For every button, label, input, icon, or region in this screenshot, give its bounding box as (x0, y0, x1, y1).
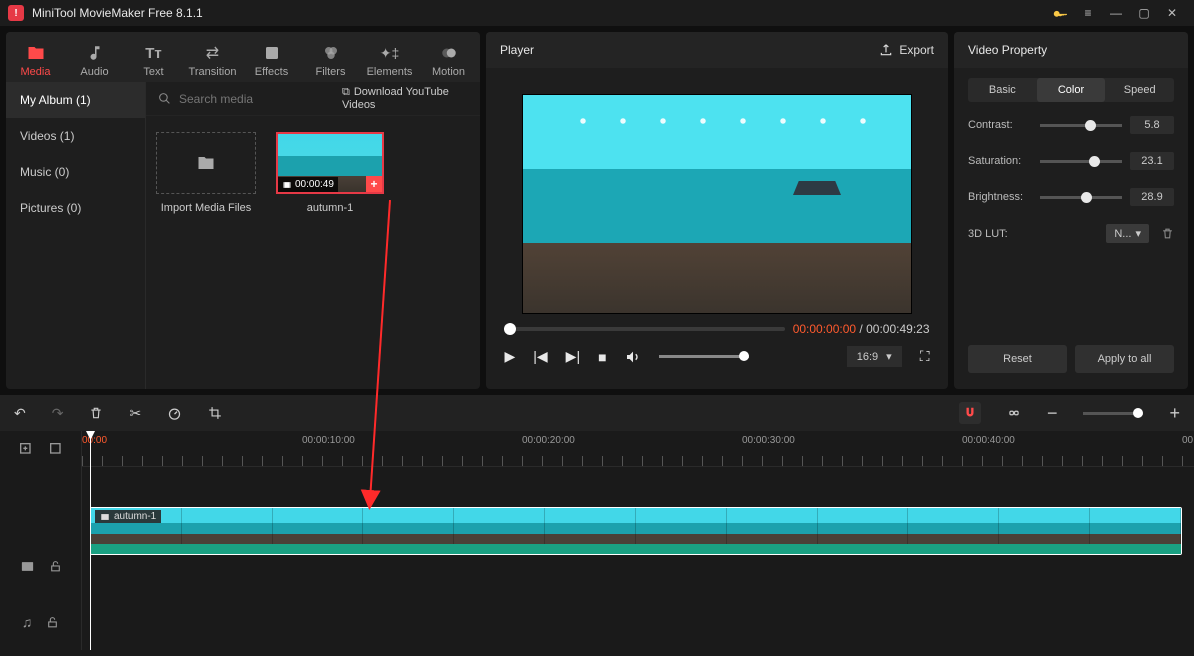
search-icon (158, 92, 171, 105)
media-panel: MediaAudioTтText⇄TransitionEffectsFilter… (6, 32, 480, 389)
player-panel: Player Export 00:00:00:00 / 00:00:49:23 … (486, 32, 948, 389)
tool-tab-media[interactable]: Media (6, 38, 65, 78)
sidebar-item[interactable]: Videos (1) (6, 118, 145, 154)
media-clip-thumbnail[interactable]: 00:00:49 + (276, 132, 384, 194)
video-preview[interactable] (522, 94, 912, 314)
playhead[interactable] (90, 431, 91, 650)
add-clip-button[interactable]: + (366, 176, 382, 192)
timeline-ruler[interactable]: 00:00 00:00:10:00 00:00:20:00 00:00:30:00 00… (82, 431, 1194, 467)
contrast-slider[interactable] (1040, 124, 1122, 127)
zoom-out-button[interactable]: − (1047, 403, 1058, 424)
timeline-clip-label: autumn-1 (95, 510, 161, 523)
contrast-label: Contrast: (968, 119, 1032, 131)
play-button[interactable]: ▶ (504, 348, 515, 365)
contrast-value: 5.8 (1130, 116, 1174, 134)
undo-button[interactable]: ↶ (14, 405, 26, 422)
fullscreen-button[interactable]: ⛶ (920, 348, 930, 365)
volume-icon[interactable] (625, 349, 641, 365)
tool-tab-transition[interactable]: ⇄Transition (183, 38, 242, 78)
player-title: Player (500, 43, 534, 57)
saturation-value: 23.1 (1130, 152, 1174, 170)
speed-button[interactable] (167, 406, 182, 421)
timeline: ↶ ↷ ✂ − + (0, 395, 1194, 650)
aspect-ratio-select[interactable]: 16:9▾ (847, 346, 902, 367)
sidebar-item[interactable]: Pictures (0) (6, 190, 145, 226)
minimize-icon[interactable]: ― (1102, 0, 1130, 26)
sidebar-item[interactable]: My Album (1) (6, 82, 145, 118)
collapse-track-button[interactable] (48, 441, 64, 457)
ruler-mark: 00:00:50 (1182, 435, 1194, 446)
zoom-slider[interactable] (1083, 412, 1143, 415)
crop-button[interactable] (208, 406, 222, 420)
ruler-mark: 00:00 (82, 435, 107, 446)
close-icon[interactable]: ✕ (1158, 0, 1186, 26)
apply-all-button[interactable]: Apply to all (1075, 345, 1174, 373)
tool-tab-filters[interactable]: Filters (301, 38, 360, 78)
ruler-mark: 00:00:10:00 (302, 435, 355, 446)
lut-label: 3D LUT: (968, 228, 1032, 240)
app-icon: ! (8, 5, 24, 21)
property-tab-color[interactable]: Color (1037, 78, 1106, 102)
playback-progress[interactable] (504, 327, 784, 331)
tool-tab-elements[interactable]: ✦‡Elements (360, 38, 419, 78)
sidebar-item[interactable]: Music (0) (6, 154, 145, 190)
tool-tab-motion[interactable]: Motion (419, 38, 478, 78)
video-property-panel: Video Property BasicColorSpeed Contrast:… (954, 32, 1188, 389)
brightness-slider[interactable] (1040, 196, 1122, 199)
ruler-mark: 00:00:40:00 (962, 435, 1015, 446)
tool-tab-audio[interactable]: Audio (65, 38, 124, 78)
reset-button[interactable]: Reset (968, 345, 1067, 373)
brightness-label: Brightness: (968, 191, 1032, 203)
saturation-label: Saturation: (968, 155, 1032, 167)
maximize-icon[interactable]: ▢ (1130, 0, 1158, 26)
ruler-mark: 00:00:30:00 (742, 435, 795, 446)
split-button[interactable]: ✂ (129, 405, 141, 422)
export-button[interactable]: Export (879, 43, 934, 57)
video-track-lock-icon[interactable] (49, 560, 62, 573)
import-media-button[interactable] (156, 132, 256, 194)
saturation-slider[interactable] (1040, 160, 1122, 163)
add-track-button[interactable] (18, 441, 34, 457)
prev-frame-button[interactable]: |◀ (533, 348, 547, 365)
redo-button[interactable]: ↷ (52, 405, 64, 422)
video-property-title: Video Property (968, 43, 1047, 57)
brightness-value: 28.9 (1130, 188, 1174, 206)
playback-time: 00:00:00:00 / 00:00:49:23 (793, 322, 930, 336)
delete-button[interactable] (89, 406, 103, 420)
tool-tab-effects[interactable]: Effects (242, 38, 301, 78)
video-track-icon (20, 559, 35, 574)
lut-select[interactable]: N...▾ (1106, 224, 1149, 243)
link-icon[interactable] (1007, 406, 1021, 420)
search-input[interactable] (179, 92, 334, 106)
menu-icon[interactable]: ≡ (1074, 0, 1102, 26)
property-tab-basic[interactable]: Basic (968, 78, 1037, 102)
download-youtube-button[interactable]: ⧉Download YouTube Videos (342, 86, 468, 111)
volume-slider[interactable] (659, 355, 749, 358)
magnet-icon[interactable] (959, 402, 981, 424)
stop-button[interactable]: ■ (598, 349, 606, 365)
audio-track-icon: ♫ (22, 614, 33, 630)
import-media-label: Import Media Files (156, 202, 256, 214)
next-frame-button[interactable]: ▶| (566, 348, 580, 365)
timeline-clip[interactable]: autumn-1 (90, 507, 1182, 555)
clip-name-label: autumn-1 (276, 202, 384, 214)
lut-delete-icon[interactable] (1161, 227, 1174, 240)
audio-track-lock-icon[interactable] (46, 616, 59, 629)
property-tab-speed[interactable]: Speed (1105, 78, 1174, 102)
app-title: MiniTool MovieMaker Free 8.1.1 (32, 6, 203, 20)
zoom-in-button[interactable]: + (1169, 403, 1180, 424)
tool-tab-text[interactable]: TтText (124, 38, 183, 78)
clip-duration-badge: 00:00:49 (278, 177, 338, 192)
upgrade-key-icon[interactable] (1046, 0, 1074, 26)
ruler-mark: 00:00:20:00 (522, 435, 575, 446)
